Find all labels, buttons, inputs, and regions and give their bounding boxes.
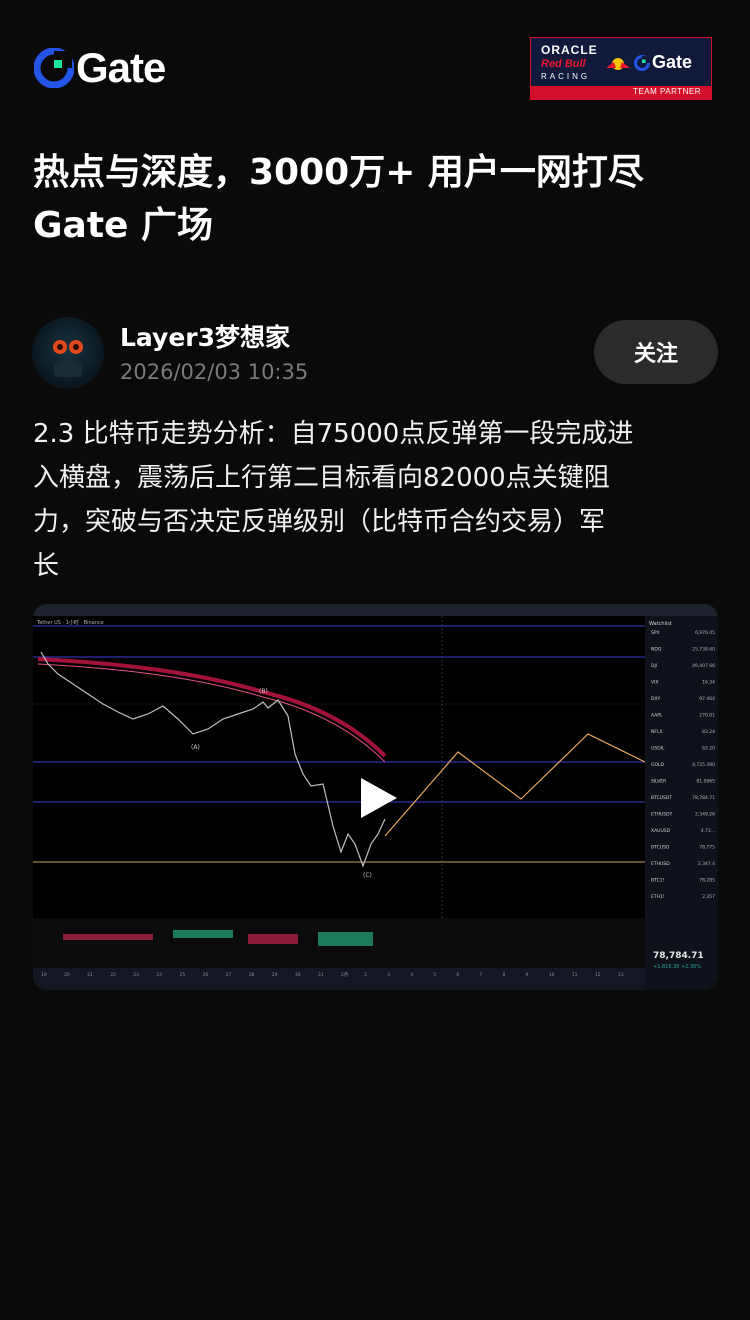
watchlist-last-price: 78,784.71 <box>653 951 704 961</box>
watchlist-value: 83.24 <box>702 729 715 735</box>
watchlist-symbol[interactable]: NDQ <box>651 647 662 653</box>
time-tick: 2 <box>364 972 367 978</box>
wave-label-a: (A) <box>191 744 200 751</box>
partner-redbull-text: Red Bull <box>541 58 586 70</box>
wave-label-c: (C) <box>363 872 372 879</box>
watchlist-value: 4,725.390 <box>692 762 715 768</box>
watchlist-symbol[interactable]: AAPL <box>651 713 663 719</box>
partner-oracle-text: ORACLE <box>541 43 598 57</box>
watchlist-value: 270.01 <box>699 713 715 719</box>
watchlist-symbol[interactable]: ETHUSDT <box>651 812 673 818</box>
watchlist-symbol[interactable]: USOIL <box>651 746 665 752</box>
chart-symbol: Tether US · 1小时 · Binance <box>36 619 104 626</box>
post-body-line-4: 长 <box>33 551 60 581</box>
watchlist-panel <box>645 616 718 990</box>
time-tick: 23 <box>133 972 139 978</box>
time-tick: 10 <box>549 972 555 978</box>
post-body-line-2: 入横盘，震荡后上行第二目标看向82000点关键阻 <box>33 463 610 493</box>
time-tick: 30 <box>295 972 301 978</box>
team-partner-badge: ORACLE Red Bull RACING Gate TEAM PARTNER <box>530 37 712 100</box>
avatar-image-icon <box>53 340 83 377</box>
watchlist-symbol[interactable]: DXY <box>651 696 661 702</box>
time-tick: 26 <box>203 972 209 978</box>
time-tick: 25 <box>179 972 185 978</box>
time-tick: 13 <box>618 972 624 978</box>
partner-gate-logo: Gate <box>634 52 692 73</box>
watchlist-symbol[interactable]: SPX <box>651 630 660 636</box>
watchlist-symbol[interactable]: BTCUSDT <box>651 795 672 801</box>
time-tick: 12 <box>595 972 601 978</box>
time-tick: 4 <box>410 972 413 978</box>
gate-small-icon <box>634 54 650 71</box>
time-tick: 19 <box>41 972 47 978</box>
watchlist-symbol[interactable]: BTCUSD <box>651 845 670 851</box>
bull-icon <box>606 58 630 70</box>
watchlist-value: 81.0965 <box>696 779 715 785</box>
page-headline: 热点与深度，3000万+ 用户一网打尽 Gate 广场 <box>33 146 723 252</box>
time-tick: 6 <box>456 972 459 978</box>
watchlist-symbol[interactable]: VIX <box>651 680 659 686</box>
partner-gate-text: Gate <box>652 52 693 72</box>
partner-bar: TEAM PARTNER <box>531 86 711 99</box>
time-axis <box>33 968 645 990</box>
watchlist-value: 2,349.26 <box>695 812 715 818</box>
time-tick: 11 <box>572 972 578 978</box>
time-tick: 3 <box>387 972 390 978</box>
headline-line-1: 热点与深度，3000万+ 用户一网打尽 <box>33 152 644 193</box>
time-tick: 20 <box>64 972 70 978</box>
chart-video-thumbnail[interactable]: Tether US · 1小时 · Binance (A) (B) (C) 19… <box>33 604 718 990</box>
gate-logo: Gate <box>34 44 166 91</box>
post-body-line-3: 力，突破与否决定反弹级别（比特币合约交易）军 <box>33 507 606 537</box>
time-tick: 27 <box>226 972 232 978</box>
watchlist-value: 4,73... <box>701 828 715 834</box>
chart-toolbar <box>33 604 718 616</box>
gate-logo-icon <box>34 48 74 88</box>
watchlist-symbol[interactable]: BTC1! <box>651 878 665 884</box>
follow-button[interactable]: 关注 <box>594 320 718 384</box>
watchlist-value: 78,784.71 <box>692 795 715 801</box>
author-name[interactable]: Layer3梦想家 <box>120 318 290 354</box>
watchlist-symbol[interactable]: DJI <box>651 663 657 669</box>
watchlist-symbol[interactable]: ETHUSD <box>651 861 670 867</box>
post-body: 2.3 比特币走势分析：自75000点反弹第一段完成进 入横盘，震荡后上行第二目… <box>33 412 723 588</box>
time-tick: 21 <box>87 972 93 978</box>
watchlist-value: 62.20 <box>702 746 715 752</box>
avatar[interactable] <box>32 317 104 389</box>
watchlist-value: 78,285 <box>699 878 715 884</box>
play-icon[interactable] <box>353 774 401 822</box>
watchlist-value: 2,347.4 <box>698 861 715 867</box>
time-tick: 24 <box>156 972 162 978</box>
watchlist-value: 49,407.66 <box>692 663 715 669</box>
time-tick: 31 <box>318 972 324 978</box>
watchlist-symbol[interactable]: GOLD <box>651 762 665 768</box>
time-tick: 28 <box>249 972 255 978</box>
post-body-line-1: 2.3 比特币走势分析：自75000点反弹第一段完成进 <box>33 419 634 449</box>
watchlist-value: 6,976.45 <box>695 630 715 636</box>
time-tick: 2月 <box>341 972 348 978</box>
watchlist-value: 16.34 <box>702 680 715 686</box>
time-tick: 29 <box>272 972 278 978</box>
time-tick: 7 <box>479 972 482 978</box>
watchlist-symbol[interactable]: SILVER <box>651 779 666 785</box>
watchlist-title: Watchlist <box>649 621 672 627</box>
watchlist-symbol[interactable]: ETH1! <box>651 894 665 900</box>
watchlist-value: 97.464 <box>699 696 715 702</box>
watchlist-price-change: +1,816.30 +2.36% <box>653 964 701 970</box>
watchlist-value: 78,775 <box>699 845 715 851</box>
watchlist-symbol[interactable]: NFLX <box>651 729 663 735</box>
time-tick: 22 <box>110 972 116 978</box>
brand-name: Gate <box>76 44 166 91</box>
wave-label-b: (B) <box>259 688 268 695</box>
partner-racing-text: RACING <box>541 72 591 81</box>
headline-line-2: Gate 广场 <box>33 205 214 246</box>
watchlist-value: 25,738.60 <box>692 647 715 653</box>
watchlist-value: 2,357 <box>702 894 715 900</box>
time-tick: 8 <box>503 972 506 978</box>
post-timestamp: 2026/02/03 10:35 <box>120 360 309 384</box>
time-tick: 5 <box>433 972 436 978</box>
watchlist-symbol[interactable]: XAUUSD <box>651 828 671 834</box>
partner-label: TEAM PARTNER <box>633 87 701 96</box>
time-tick: 9 <box>526 972 529 978</box>
